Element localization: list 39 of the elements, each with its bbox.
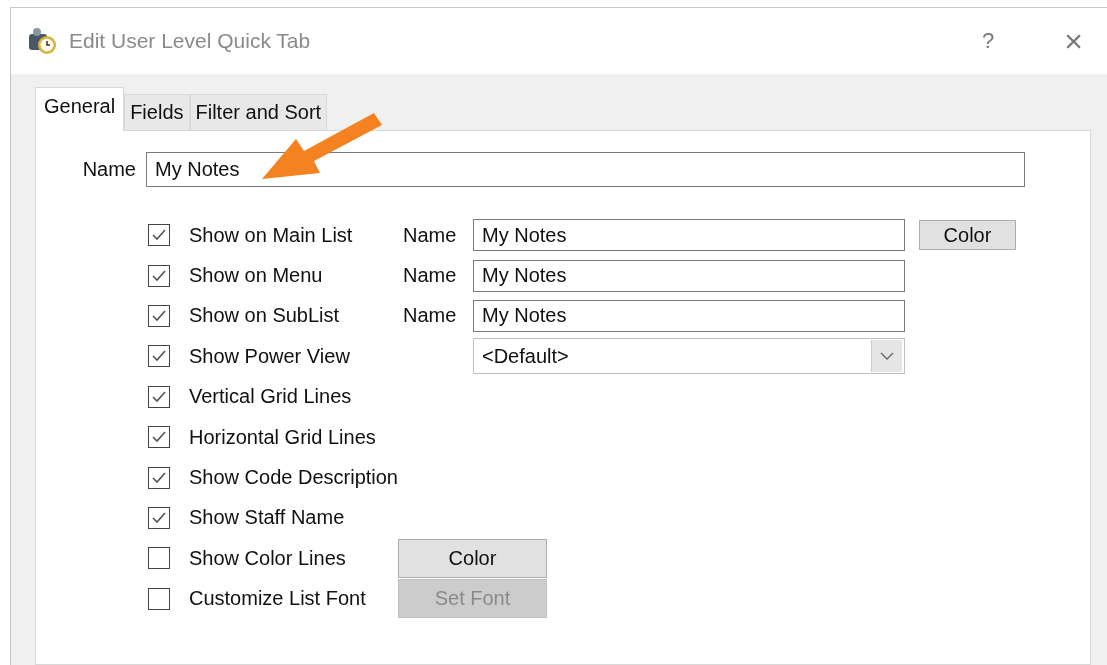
close-button[interactable]: × <box>1064 22 1083 60</box>
option-label: Show on Main List <box>189 223 354 247</box>
name-field[interactable]: My Notes <box>473 259 905 292</box>
checkbox[interactable] <box>148 224 170 247</box>
name-label: Name <box>402 264 458 288</box>
checkbox[interactable] <box>148 587 170 610</box>
checkbox[interactable] <box>148 345 170 368</box>
option-label: Show on SubList <box>189 304 341 328</box>
option-label: Horizontal Grid Lines <box>189 425 377 449</box>
option-label: Show Code Description <box>189 466 398 490</box>
option-label: Show Staff Name <box>189 506 346 530</box>
help-button[interactable]: ? <box>982 28 995 54</box>
checkbox[interactable] <box>148 264 170 287</box>
option-label: Show Power View <box>189 344 351 368</box>
app-icon <box>27 26 57 56</box>
name-label: Name <box>402 304 458 328</box>
tab[interactable]: General <box>35 87 125 131</box>
name-label: Name <box>402 223 458 247</box>
checkbox[interactable] <box>148 385 170 408</box>
checkbox[interactable] <box>148 506 170 529</box>
option-button[interactable]: Color <box>398 538 547 578</box>
window-title: Edit User Level Quick Tab <box>69 29 311 53</box>
tab[interactable]: Filter and Sort <box>189 94 328 130</box>
checkbox[interactable] <box>148 466 170 489</box>
name-field[interactable]: My Notes <box>473 219 905 252</box>
checkbox[interactable] <box>148 304 170 327</box>
name-field[interactable]: My Notes <box>146 151 1025 187</box>
view-dropdown[interactable]: <Default> <box>473 338 905 375</box>
color-button[interactable]: Color <box>919 220 1016 251</box>
checkbox[interactable] <box>148 426 170 449</box>
option-label: Show on Menu <box>189 264 324 288</box>
option-label: Customize List Font <box>189 587 367 611</box>
tab[interactable]: Fields <box>124 94 190 130</box>
option-label: Show Color Lines <box>189 546 347 570</box>
checkbox[interactable] <box>148 547 170 570</box>
option-label: Vertical Grid Lines <box>189 385 353 409</box>
name-label: Name <box>81 157 137 181</box>
chevron-down-icon <box>880 352 894 361</box>
name-field[interactable]: My Notes <box>473 299 905 332</box>
